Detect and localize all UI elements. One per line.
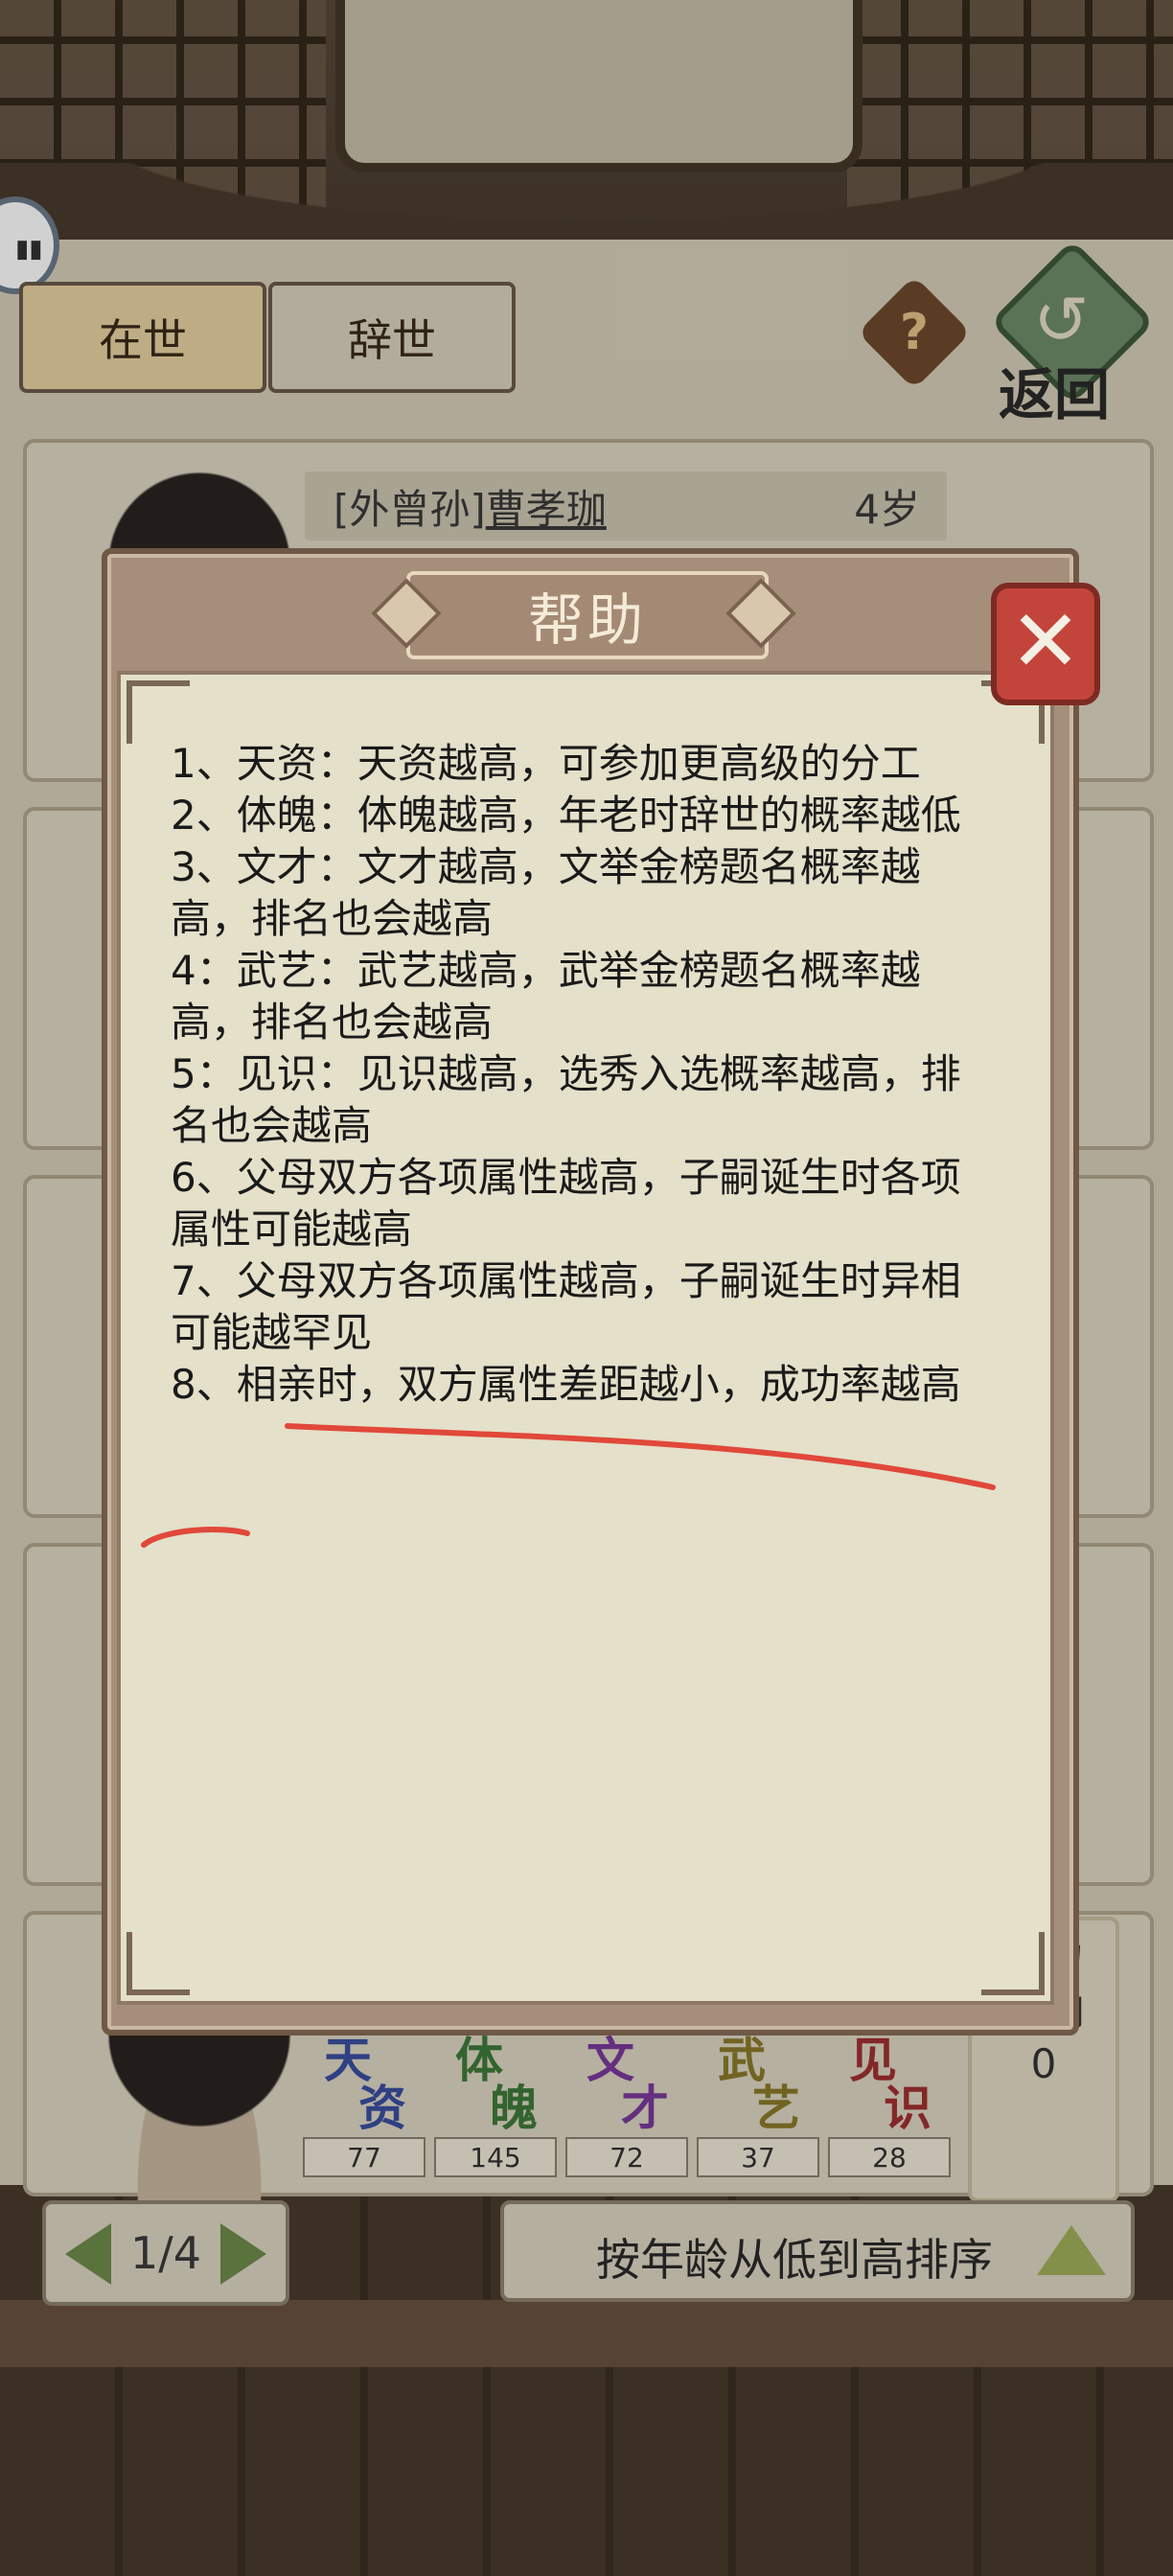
close-icon: ✕ xyxy=(1009,590,1082,692)
dialog-title-plate: 帮助 xyxy=(368,564,799,659)
corner-ornament xyxy=(126,1932,190,1995)
dialog-title: 帮助 xyxy=(527,587,647,653)
corner-ornament xyxy=(126,680,190,744)
help-line: 3、文才：文才越高，文举金榜题名概率越高，排名也会越高 xyxy=(171,843,921,942)
help-line: 8、相亲时，双方属性差距越小，成功率越高 xyxy=(171,1361,961,1408)
help-line: 6、父母双方各项属性越高，子嗣诞生时各项属性可能越高 xyxy=(171,1154,961,1253)
help-line: 4：武艺：武艺越高，武举金榜题名概率越高，排名也会越高 xyxy=(171,947,921,1046)
close-button[interactable]: ✕ xyxy=(991,583,1100,705)
help-line: 5：见识：见识越高，选秀入选概率越高，排名也会越高 xyxy=(171,1050,961,1149)
corner-ornament xyxy=(981,1932,1045,1995)
help-line: 7、父母双方各项属性越高，子嗣诞生时异相可能越罕见 xyxy=(171,1257,961,1356)
help-line: 1、天资：天资越高，可参加更高级的分工 xyxy=(171,740,921,787)
help-text: 1、天资：天资越高，可参加更高级的分工 2、体魄：体魄越高，年老时辞世的概率越低… xyxy=(171,738,995,1411)
help-line: 2、体魄：体魄越高，年老时辞世的概率越低 xyxy=(171,792,961,839)
